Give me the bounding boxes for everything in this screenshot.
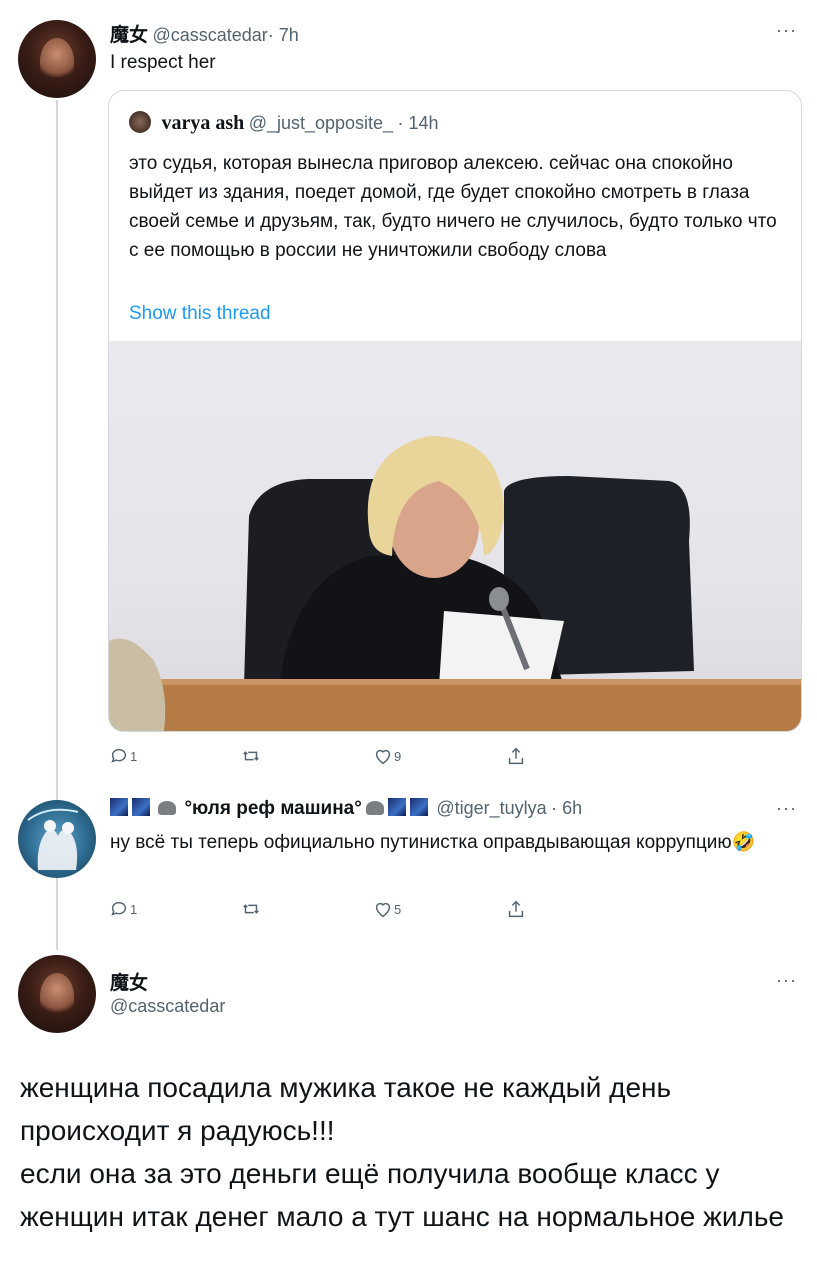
retweet-icon bbox=[243, 751, 259, 761]
tweet-header: 魔女 @casscatedar· 7h bbox=[110, 20, 299, 46]
quote-author-name: varya ash bbox=[161, 112, 245, 134]
quote-header: varya ash @_just_opposite_ · 14h bbox=[129, 111, 439, 135]
more-icon[interactable]: ··· bbox=[776, 970, 797, 991]
tweet-text: женщина посадила мужика такое не каждый … bbox=[20, 1066, 800, 1238]
show-thread-link[interactable]: Show this thread bbox=[129, 303, 271, 325]
seal-icon bbox=[158, 801, 176, 815]
reply-button[interactable]: 1 bbox=[108, 898, 137, 920]
quote-tweet[interactable]: varya ash @_just_opposite_ · 14h это суд… bbox=[108, 90, 802, 732]
author-name[interactable]: 魔女 bbox=[110, 25, 148, 46]
reply-icon bbox=[111, 901, 127, 916]
author-handle[interactable]: @casscatedar bbox=[110, 996, 225, 1017]
quote-time: · 14h bbox=[397, 113, 439, 133]
avatar-illustration bbox=[27, 808, 79, 870]
tweet-time[interactable]: · 6h bbox=[551, 798, 582, 818]
share-button[interactable] bbox=[505, 745, 527, 767]
like-button[interactable]: 5 bbox=[372, 898, 401, 920]
avatar[interactable] bbox=[18, 955, 96, 1033]
like-button[interactable]: 9 bbox=[372, 745, 401, 767]
flag-icon bbox=[110, 798, 128, 816]
author-handle[interactable]: @tiger_tuylya bbox=[436, 798, 546, 818]
like-count: 9 bbox=[394, 748, 402, 764]
share-icon bbox=[508, 900, 524, 918]
seal-icon bbox=[365, 801, 384, 815]
like-count: 5 bbox=[394, 901, 402, 917]
quote-author-handle: @_just_opposite_ bbox=[248, 113, 394, 133]
tweet-text: ну всё ты теперь официально путинистка о… bbox=[110, 828, 770, 857]
author-name[interactable]: °юля реф машина° bbox=[184, 798, 361, 819]
retweet-icon bbox=[243, 904, 259, 914]
tweet-header: °юля реф машина° @tiger_tuylya · 6h bbox=[110, 798, 582, 820]
share-icon bbox=[508, 747, 524, 765]
reply-count: 1 bbox=[130, 748, 138, 764]
like-icon bbox=[375, 749, 391, 765]
flag-icon bbox=[387, 798, 406, 816]
tweet-time[interactable]: · 7h bbox=[268, 25, 299, 45]
quote-photo[interactable] bbox=[109, 341, 801, 731]
share-button[interactable] bbox=[505, 898, 527, 920]
more-icon[interactable]: ··· bbox=[776, 798, 797, 819]
laughing-emoji-icon: 🤣 bbox=[731, 832, 756, 853]
flag-icon bbox=[409, 798, 428, 816]
reply-count: 1 bbox=[130, 901, 138, 917]
reply-button[interactable]: 1 bbox=[108, 745, 137, 767]
like-icon bbox=[375, 902, 391, 918]
tweet-text-line: женщина посадила мужика такое не каждый … bbox=[20, 1072, 672, 1146]
reply-icon bbox=[111, 748, 127, 763]
tweet-text: I respect her bbox=[110, 52, 216, 73]
flag-icon bbox=[132, 798, 150, 816]
quote-avatar bbox=[129, 111, 151, 133]
author-handle[interactable]: @casscatedar bbox=[152, 25, 267, 45]
avatar[interactable] bbox=[18, 20, 96, 98]
retweet-button[interactable] bbox=[240, 745, 262, 767]
author-name[interactable]: 魔女 bbox=[110, 968, 148, 995]
retweet-button[interactable] bbox=[240, 898, 262, 920]
tweet-text-line: если она за это деньги ещё получила вооб… bbox=[20, 1158, 784, 1232]
more-icon[interactable]: ··· bbox=[776, 20, 797, 41]
avatar[interactable] bbox=[18, 800, 96, 878]
judge-photo-illustration bbox=[109, 436, 801, 731]
tweet-text-body: ну всё ты теперь официально путинистка о… bbox=[110, 832, 732, 853]
quote-text: это судья, которая вынесла приговор алек… bbox=[129, 153, 777, 261]
